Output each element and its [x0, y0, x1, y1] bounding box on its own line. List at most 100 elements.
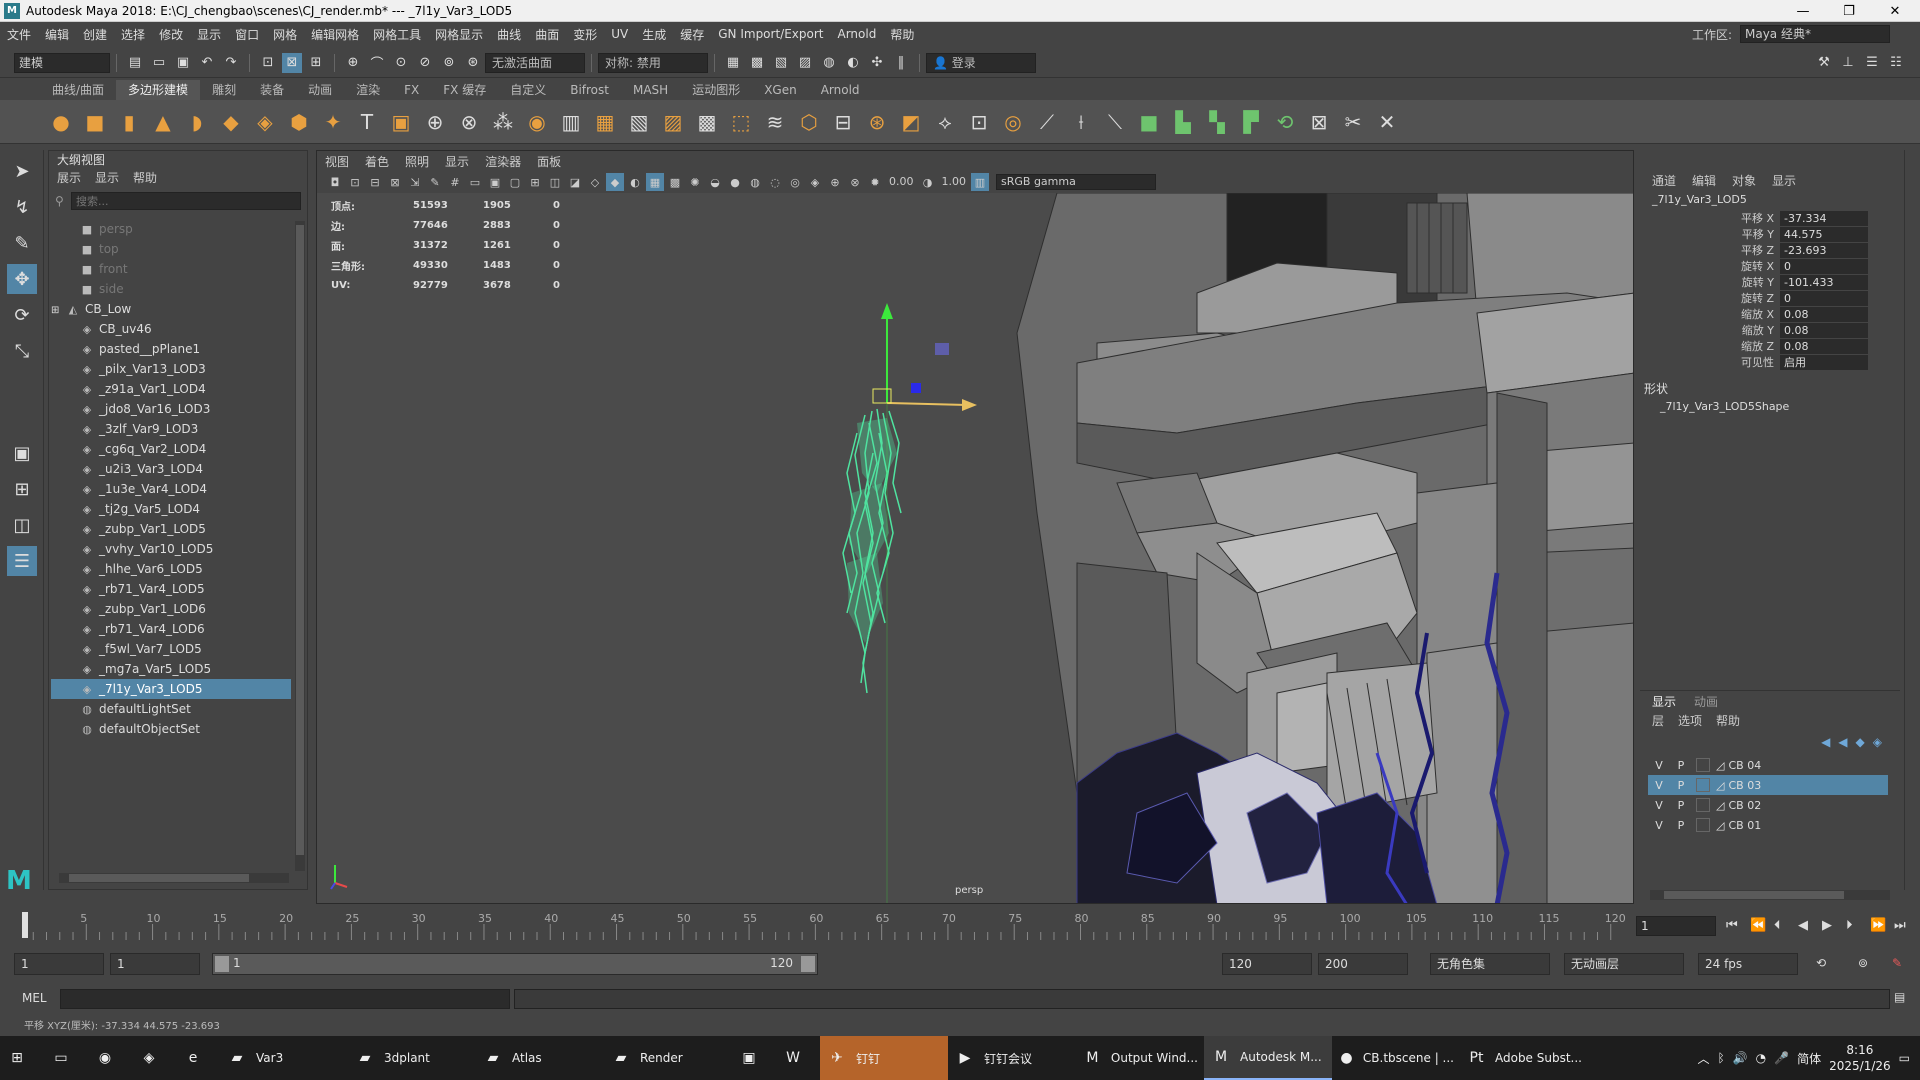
- gamma-icon[interactable]: ◑: [919, 173, 937, 191]
- menu-item[interactable]: UV: [604, 27, 635, 41]
- range-end-handle[interactable]: [801, 956, 815, 972]
- outliner-menu-item[interactable]: 显示: [95, 169, 119, 187]
- combine-icon[interactable]: ⊕: [420, 107, 450, 137]
- viewport-menu-item[interactable]: 照明: [405, 153, 429, 170]
- poly-type-icon[interactable]: T: [352, 107, 382, 137]
- mirror-icon[interactable]: ◩: [896, 107, 926, 137]
- modeling-toolkit-icon[interactable]: ⚒: [1814, 53, 1834, 73]
- channel-attr-row[interactable]: 平移 X -37.334: [1640, 210, 1900, 226]
- taskbar-painter[interactable]: Pt Adobe Subst...: [1460, 1036, 1588, 1080]
- channel-attr-row[interactable]: 旋转 Y -101.433: [1640, 274, 1900, 290]
- current-frame-field[interactable]: 1: [1636, 916, 1716, 936]
- render-view-icon[interactable]: ▦: [723, 53, 743, 73]
- taskbar-start[interactable]: ⊞: [0, 1036, 44, 1080]
- uv-layout-icon[interactable]: ⊠: [1304, 107, 1334, 137]
- camera-select-icon[interactable]: ◘: [326, 173, 344, 191]
- outliner-item[interactable]: ◈ _cg6q_Var2_LOD4: [51, 439, 291, 459]
- duplicate-face-icon[interactable]: ⟡: [930, 107, 960, 137]
- go-to-end-icon[interactable]: ⏭: [1894, 918, 1906, 933]
- color-management-icon[interactable]: ▥: [971, 173, 989, 191]
- menu-item[interactable]: 编辑: [38, 26, 76, 43]
- pause-icon[interactable]: ‖: [891, 53, 911, 73]
- scene-end-field[interactable]: 200: [1318, 953, 1408, 975]
- layer-name[interactable]: CB 01: [1724, 819, 1761, 832]
- outliner-item[interactable]: ■ side: [51, 279, 291, 299]
- viewport-menu-item[interactable]: 视图: [325, 153, 349, 170]
- outliner-item[interactable]: ◈ _zubp_Var1_LOD6: [51, 599, 291, 619]
- command-input[interactable]: [60, 989, 510, 1009]
- menu-item[interactable]: 选择: [114, 26, 152, 43]
- channel-attr-value[interactable]: -101.433: [1780, 274, 1868, 290]
- film-gate-icon[interactable]: ▭: [466, 173, 484, 191]
- shelf-tab[interactable]: Bifrost: [558, 80, 621, 100]
- select-tool-icon[interactable]: ➤: [7, 156, 37, 186]
- bluetooth-icon[interactable]: ᛒ: [1718, 1051, 1725, 1065]
- taskbar-wps[interactable]: W: [776, 1036, 820, 1080]
- grid-icon[interactable]: #: [446, 173, 464, 191]
- 2d-pan-icon[interactable]: ⇲: [406, 173, 424, 191]
- shelf-tab[interactable]: 渲染: [344, 80, 392, 100]
- shelf-tab[interactable]: FX: [392, 80, 431, 100]
- character-set-dropdown[interactable]: 无角色集: [1430, 953, 1550, 975]
- layer-color-swatch[interactable]: [1696, 818, 1710, 832]
- layer-tab[interactable]: 显示: [1652, 693, 1676, 710]
- snap-view-icon[interactable]: ⊘: [415, 53, 435, 73]
- xray-joints-icon[interactable]: ⊕: [826, 173, 844, 191]
- menu-item[interactable]: 网格: [266, 26, 304, 43]
- poke-icon[interactable]: ⬡: [794, 107, 824, 137]
- channel-box-menu-item[interactable]: 通道: [1652, 172, 1676, 189]
- wedge-icon[interactable]: ≋: [760, 107, 790, 137]
- append-icon[interactable]: ▩: [692, 107, 722, 137]
- play-back-icon[interactable]: ◀: [1798, 918, 1808, 933]
- layer-playback-toggle[interactable]: P: [1670, 759, 1692, 772]
- layer-name[interactable]: CB 03: [1724, 779, 1761, 792]
- hypershade-icon[interactable]: ◍: [819, 53, 839, 73]
- shelf-tab[interactable]: FX 缓存: [431, 80, 498, 100]
- paint-select-icon[interactable]: ✎: [7, 228, 37, 258]
- bevel-icon[interactable]: ▧: [624, 107, 654, 137]
- menu-item[interactable]: 曲面: [528, 26, 566, 43]
- poly-cylinder-icon[interactable]: ▮: [114, 107, 144, 137]
- new-layer-selected-icon[interactable]: ◈: [1873, 735, 1882, 749]
- reduce-icon[interactable]: ◎: [998, 107, 1028, 137]
- taskbar-store[interactable]: ▣: [732, 1036, 776, 1080]
- outliner-item[interactable]: ■ front: [51, 259, 291, 279]
- layer-playback-toggle[interactable]: P: [1670, 799, 1692, 812]
- taskbar-folder[interactable]: ▰ Var3: [220, 1036, 348, 1080]
- step-forward-frame-icon[interactable]: ⏵: [1846, 918, 1853, 933]
- fill-hole-icon[interactable]: ⬚: [726, 107, 756, 137]
- command-language-toggle[interactable]: MEL: [22, 991, 47, 1005]
- taskbar-edge[interactable]: e: [176, 1036, 220, 1080]
- uv-unfold-icon[interactable]: ⟲: [1270, 107, 1300, 137]
- expand-icon[interactable]: ⊞: [51, 305, 59, 316]
- channel-attr-value[interactable]: 启用: [1780, 354, 1868, 370]
- poly-super-shape-icon[interactable]: ✦: [318, 107, 348, 137]
- isolate-select-icon[interactable]: ◎: [786, 173, 804, 191]
- shadows-icon[interactable]: ◒: [706, 173, 724, 191]
- poly-disc-icon[interactable]: ◈: [250, 107, 280, 137]
- channel-attr-name[interactable]: 可见性: [1640, 354, 1780, 370]
- selected-hair-mesh[interactable]: [842, 408, 902, 694]
- outliner-item[interactable]: ◍ defaultObjectSet: [51, 719, 291, 739]
- sphere-wire-icon[interactable]: ⊛: [862, 107, 892, 137]
- workspace-dropdown[interactable]: Maya 经典*: [1740, 25, 1890, 43]
- layer-visibility-toggle[interactable]: V: [1648, 799, 1670, 812]
- outliner-search-input[interactable]: [71, 192, 301, 210]
- shelf-tab[interactable]: Arnold: [809, 80, 872, 100]
- play-forward-icon[interactable]: ▶: [1822, 918, 1832, 933]
- login-dropdown[interactable]: 👤 登录: [926, 52, 1036, 73]
- shelf-tab[interactable]: MASH: [621, 80, 680, 100]
- render-settings-icon[interactable]: ▨: [795, 53, 815, 73]
- menu-item[interactable]: 生成: [635, 26, 673, 43]
- outliner-item[interactable]: ◈ _rb71_Var4_LOD5: [51, 579, 291, 599]
- microphone-icon[interactable]: 🎤: [1774, 1051, 1789, 1065]
- channel-attr-name[interactable]: 旋转 Y: [1640, 274, 1780, 290]
- edge-ring-icon[interactable]: ⟊: [1066, 107, 1096, 137]
- menu-item[interactable]: 缓存: [673, 26, 711, 43]
- channel-attr-value[interactable]: 44.575: [1780, 226, 1868, 242]
- shelf-tab[interactable]: 自定义: [498, 80, 558, 100]
- default-material-icon[interactable]: ◐: [626, 173, 644, 191]
- uv-cylindrical-icon[interactable]: ▙: [1168, 107, 1198, 137]
- resolution-gate-icon[interactable]: ▣: [486, 173, 504, 191]
- uv-sew-icon[interactable]: ✕: [1372, 107, 1402, 137]
